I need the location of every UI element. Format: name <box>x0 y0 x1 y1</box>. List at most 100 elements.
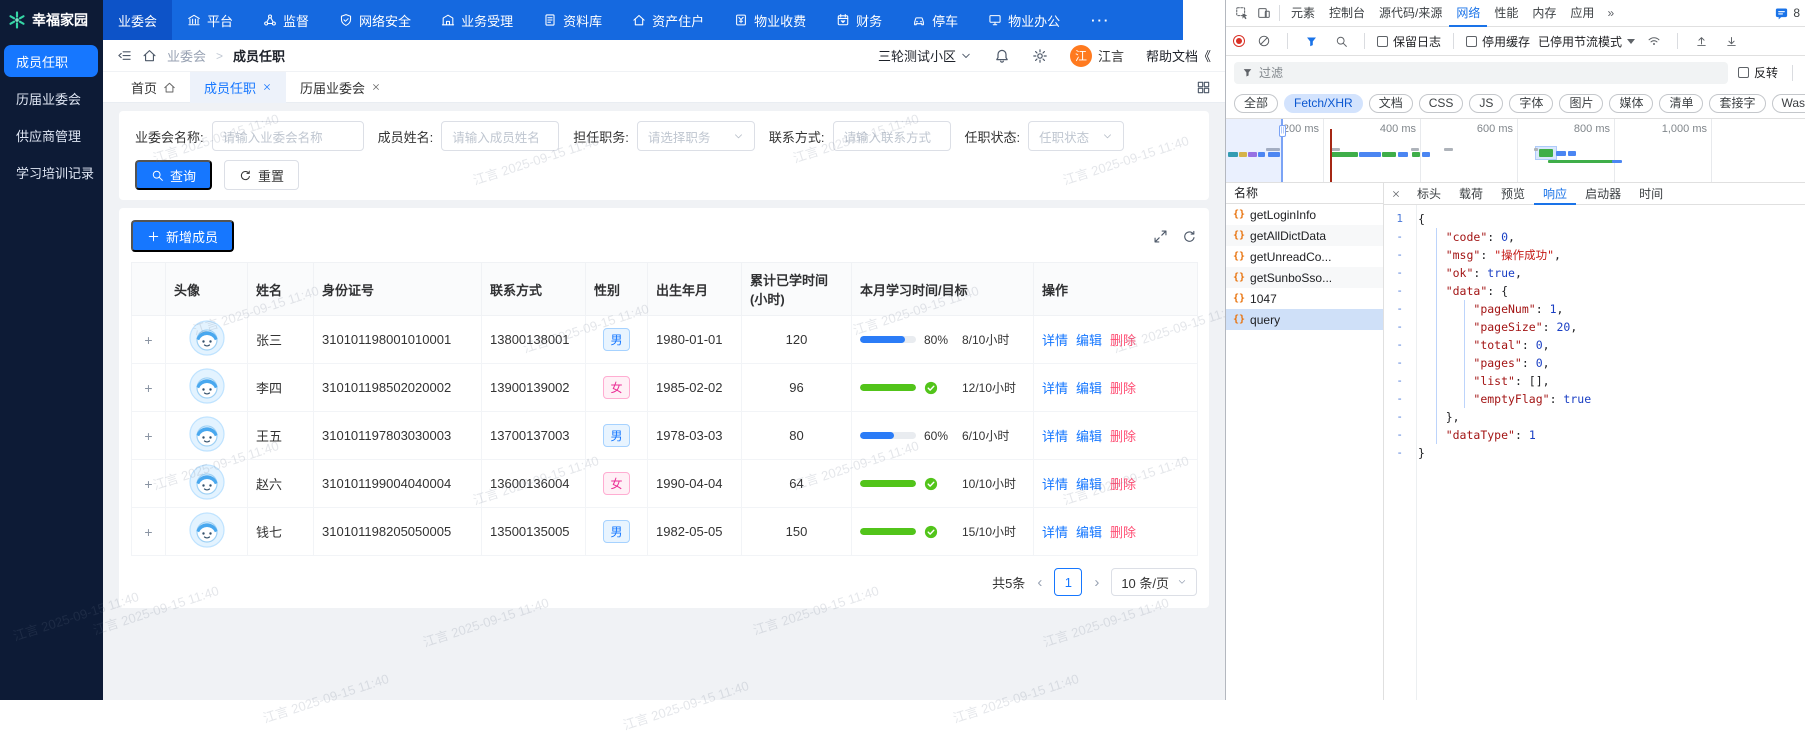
input-成员姓名:[interactable]: 请输入成员姓名 <box>441 121 559 151</box>
nav-item-资料库[interactable]: 资料库 <box>528 0 617 40</box>
invert-checkbox-box[interactable] <box>1738 67 1749 78</box>
filter-chip-套接字[interactable]: 套接字 <box>1709 94 1765 113</box>
action-详情[interactable]: 详情 <box>1042 381 1068 396</box>
action-删除[interactable]: 删除 <box>1110 525 1136 540</box>
expand-row-button[interactable]: + <box>144 380 152 396</box>
select-担任职务:[interactable]: 请选择职务 <box>637 121 755 151</box>
breadcrumb-root[interactable]: 业委会 <box>167 46 206 65</box>
input-联系方式:[interactable]: 请输入联系方式 <box>833 121 951 151</box>
home-icon[interactable] <box>142 48 157 63</box>
nav-item-物业收费[interactable]: 物业收费 <box>719 0 821 40</box>
query-button[interactable]: 查询 <box>135 160 212 190</box>
filter-chip-文档[interactable]: 文档 <box>1369 94 1413 113</box>
filter-chip-Wasm[interactable]: Wasm <box>1772 94 1805 113</box>
filter-chip-JS[interactable]: JS <box>1469 94 1503 113</box>
action-编辑[interactable]: 编辑 <box>1076 381 1102 396</box>
next-page-button[interactable]: › <box>1092 574 1101 591</box>
fold-marker[interactable]: - <box>1384 426 1410 444</box>
disable-cache-checkbox[interactable]: 停用缓存 <box>1466 33 1530 50</box>
request-getSunboSso...[interactable]: {}getSunboSso... <box>1226 267 1383 288</box>
devtools-tab-元素[interactable]: 元素 <box>1284 0 1322 27</box>
gear-icon[interactable] <box>1032 48 1048 64</box>
detail-tab-载荷[interactable]: 载荷 <box>1450 183 1492 205</box>
expand-row-button[interactable]: + <box>144 428 152 444</box>
action-编辑[interactable]: 编辑 <box>1076 333 1102 348</box>
invert-filter-checkbox[interactable]: 反转 <box>1738 64 1778 81</box>
fold-marker[interactable]: - <box>1384 264 1410 282</box>
fold-marker[interactable]: - <box>1384 318 1410 336</box>
action-编辑[interactable]: 编辑 <box>1076 477 1102 492</box>
fold-marker[interactable]: - <box>1384 336 1410 354</box>
device-toolbar-button[interactable] <box>1253 3 1275 23</box>
filter-chip-全部[interactable]: 全部 <box>1234 94 1278 113</box>
fold-marker[interactable]: - <box>1384 444 1410 462</box>
network-conditions-button[interactable] <box>1643 31 1665 51</box>
more-tabs-button[interactable]: » <box>1601 6 1620 20</box>
tab-close-icon[interactable] <box>371 82 381 92</box>
clear-log-button[interactable] <box>1253 31 1275 51</box>
selection-handle[interactable] <box>1279 125 1286 137</box>
fold-marker[interactable]: - <box>1384 354 1410 372</box>
expand-row-button[interactable]: + <box>144 476 152 492</box>
nav-item-平台[interactable]: 平台 <box>172 0 248 40</box>
devtools-tab-应用[interactable]: 应用 <box>1563 0 1601 27</box>
filter-chip-清单[interactable]: 清单 <box>1659 94 1703 113</box>
fold-marker[interactable]: - <box>1384 228 1410 246</box>
nav-item-停车[interactable]: 停车 <box>897 0 973 40</box>
page-size-select[interactable]: 10 条/页 <box>1111 568 1197 596</box>
request-1047[interactable]: {}1047 <box>1226 288 1383 309</box>
filter-chip-媒体[interactable]: 媒体 <box>1609 94 1653 113</box>
disable-cache-box[interactable] <box>1466 36 1477 47</box>
request-getLoginInfo[interactable]: {}getLoginInfo <box>1226 204 1383 225</box>
action-详情[interactable]: 详情 <box>1042 525 1068 540</box>
fold-marker[interactable]: - <box>1384 300 1410 318</box>
request-query[interactable]: {}query <box>1226 309 1383 330</box>
expand-row-button[interactable]: + <box>144 524 152 540</box>
add-member-button[interactable]: 新增成员 <box>131 220 234 252</box>
fold-marker[interactable]: - <box>1384 282 1410 300</box>
filter-chip-CSS[interactable]: CSS <box>1419 94 1464 113</box>
action-删除[interactable]: 删除 <box>1110 381 1136 396</box>
search-requests-button[interactable] <box>1330 31 1352 51</box>
issues-counter[interactable]: 8 <box>1774 6 1800 21</box>
nav-item-网络安全[interactable]: 网络安全 <box>324 0 426 40</box>
tab-首页[interactable]: 首页 <box>117 72 190 103</box>
request-getAllDictData[interactable]: {}getAllDictData <box>1226 225 1383 246</box>
request-getUnreadCo...[interactable]: {}getUnreadCo... <box>1226 246 1383 267</box>
export-har-button[interactable] <box>1720 31 1742 51</box>
detail-tab-标头[interactable]: 标头 <box>1408 183 1450 205</box>
nav-item-业务受理[interactable]: 业务受理 <box>426 0 528 40</box>
action-编辑[interactable]: 编辑 <box>1076 429 1102 444</box>
fold-marker[interactable]: - <box>1384 408 1410 426</box>
page-number-button[interactable]: 1 <box>1054 568 1082 596</box>
preserve-log-checkbox[interactable]: 保留日志 <box>1377 33 1441 50</box>
tab-成员任职[interactable]: 成员任职 <box>190 72 286 103</box>
user-menu[interactable]: 江 江言 <box>1070 45 1124 67</box>
input-业委会名称:[interactable]: 请输入业委会名称 <box>212 121 364 151</box>
devtools-tab-源代码/来源[interactable]: 源代码/来源 <box>1372 0 1449 27</box>
action-详情[interactable]: 详情 <box>1042 333 1068 348</box>
request-list-header[interactable]: 名称 <box>1226 183 1383 204</box>
tab-close-icon[interactable] <box>262 82 272 92</box>
record-button[interactable] <box>1233 35 1245 47</box>
help-doc-link[interactable]: 帮助文档《 <box>1146 46 1211 65</box>
action-详情[interactable]: 详情 <box>1042 477 1068 492</box>
select-任职状态:[interactable]: 任职状态 <box>1028 121 1124 151</box>
fold-marker[interactable]: 1 <box>1384 210 1410 228</box>
tab-历届业委会[interactable]: 历届业委会 <box>286 72 395 103</box>
fold-marker[interactable]: - <box>1384 372 1410 390</box>
detail-tab-预览[interactable]: 预览 <box>1492 183 1534 205</box>
fold-marker[interactable]: - <box>1384 390 1410 408</box>
grid-layout-icon[interactable] <box>1196 80 1211 95</box>
sidebar-item-供应商管理[interactable]: 供应商管理 <box>4 119 98 151</box>
nav-more-button[interactable]: ··· <box>1075 13 1126 28</box>
filter-chip-图片[interactable]: 图片 <box>1559 94 1603 113</box>
nav-item-监督[interactable]: 监督 <box>248 0 324 40</box>
nav-item-业委会[interactable]: 业委会 <box>103 0 172 40</box>
preserve-log-box[interactable] <box>1377 36 1388 47</box>
sidebar-item-成员任职[interactable]: 成员任职 <box>4 45 98 77</box>
devtools-tab-内存[interactable]: 内存 <box>1525 0 1563 27</box>
nav-item-物业办公[interactable]: 物业办公 <box>973 0 1075 40</box>
action-删除[interactable]: 删除 <box>1110 333 1136 348</box>
nav-item-财务[interactable]: 财务 <box>821 0 897 40</box>
